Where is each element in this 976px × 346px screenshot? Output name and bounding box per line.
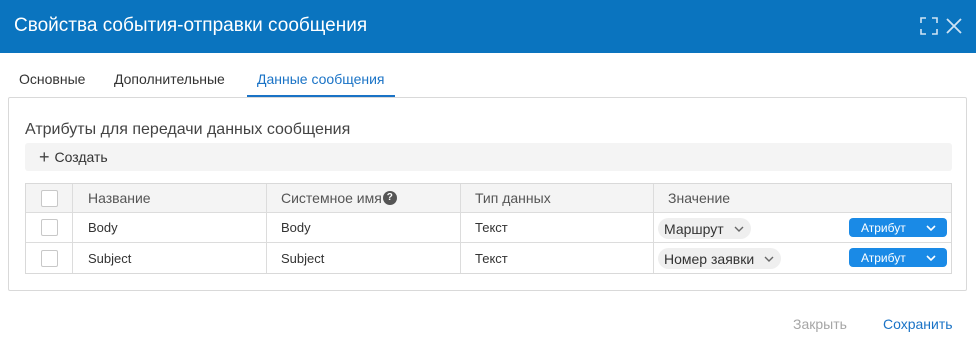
chevron-down-icon	[764, 256, 774, 262]
value-select-label: Маршрут	[664, 220, 724, 237]
close-button[interactable]: Закрыть	[793, 316, 847, 332]
help-icon[interactable]: ?	[382, 191, 397, 205]
plus-icon: +	[39, 147, 50, 167]
save-button[interactable]: Сохранить	[883, 316, 953, 332]
value-select[interactable]: Номер заявки	[658, 248, 782, 269]
value-select[interactable]: Маршрут	[658, 218, 751, 239]
column-header-value[interactable]: Значение	[668, 184, 730, 212]
cell-name: Subject	[88, 250, 132, 266]
table-header-row: Название Системное имя ? Тип данных Знач…	[26, 184, 951, 213]
grid-toolbar: + Создать	[25, 143, 952, 171]
message-data-panel: Атрибуты для передачи данных сообщения +…	[8, 97, 967, 291]
value-select-label: Номер заявки	[664, 250, 755, 267]
chevron-down-icon	[926, 225, 936, 232]
attribute-source-button[interactable]: Атрибут	[849, 248, 947, 267]
select-all-cell	[26, 184, 72, 212]
select-all-checkbox[interactable]	[40, 189, 58, 207]
dialog-titlebar: Свойства события-отправки сообщения	[0, 0, 976, 53]
attribute-source-button[interactable]: Атрибут	[849, 218, 947, 237]
cell-data-type: Текст	[475, 250, 508, 266]
tab-message-data[interactable]: Данные сообщения	[247, 66, 395, 97]
column-header-system-name[interactable]: Системное имя ?	[281, 184, 397, 212]
column-header-system-name-label: Системное имя	[281, 190, 382, 206]
chevron-down-icon	[926, 255, 936, 262]
row-select-cell	[26, 213, 72, 242]
tab-additional[interactable]: Дополнительные	[114, 66, 225, 97]
chevron-down-icon	[734, 226, 744, 232]
table-row[interactable]: Subject Subject Текст Номер заявки Атриб…	[26, 243, 951, 273]
column-header-data-type[interactable]: Тип данных	[475, 184, 551, 212]
dialog-title: Свойства события-отправки сообщения	[14, 15, 368, 36]
row-select-cell	[26, 243, 72, 273]
create-button[interactable]: + Создать	[39, 147, 108, 167]
cell-system-name: Subject	[281, 250, 325, 266]
close-icon[interactable]	[945, 17, 963, 35]
cell-data-type: Текст	[475, 220, 508, 235]
tab-main[interactable]: Основные	[19, 66, 85, 97]
row-checkbox[interactable]	[40, 219, 58, 236]
maximize-icon[interactable]	[920, 17, 938, 35]
attribute-source-label: Атрибут	[861, 220, 906, 235]
column-header-name[interactable]: Название	[88, 184, 151, 212]
cell-name: Body	[88, 220, 118, 235]
section-title: Атрибуты для передачи данных сообщения	[25, 121, 351, 138]
cell-system-name: Body	[281, 220, 311, 235]
attribute-source-label: Атрибут	[861, 250, 906, 265]
row-checkbox[interactable]	[40, 249, 58, 267]
table-row[interactable]: Body Body Текст Маршрут Атрибут	[26, 213, 951, 243]
create-button-label: Создать	[54, 149, 108, 165]
attributes-table: Название Системное имя ? Тип данных Знач…	[25, 183, 952, 274]
